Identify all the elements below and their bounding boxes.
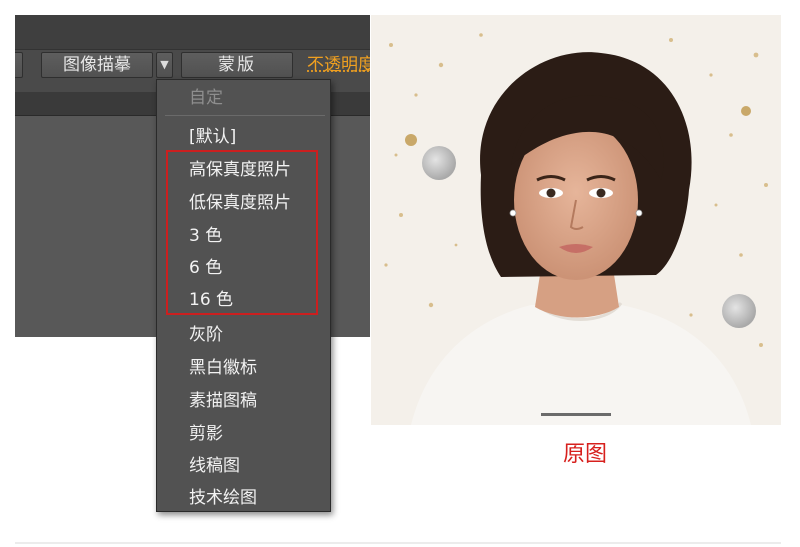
menu-item-black-white-logo[interactable]: 黑白徽标 — [189, 353, 324, 383]
menu-item-custom: 自定 — [189, 88, 223, 108]
menu-item-sketched-art[interactable]: 素描图稿 — [189, 386, 324, 416]
menu-item-silhouettes[interactable]: 剪影 — [189, 419, 324, 449]
original-caption: 原图 — [562, 442, 607, 467]
highlight-box — [166, 150, 318, 315]
original-photo — [371, 15, 781, 425]
menu-item-grayscale[interactable]: 灰阶 — [189, 320, 324, 350]
menu-separator — [165, 115, 325, 116]
portrait-illustration — [371, 15, 781, 425]
bottom-divider — [15, 542, 781, 544]
opacity-link[interactable]: 不透明度 — [307, 53, 370, 77]
trace-preset-dropdown-button[interactable]: ▼ — [156, 52, 173, 78]
image-trace-button[interactable]: 图像描摹 — [41, 52, 153, 78]
menu-item-line-art[interactable]: 线稿图 — [189, 451, 324, 481]
menu-item-technical-drawing[interactable]: 技术绘图 — [189, 483, 324, 513]
mask-button[interactable]: 蒙版 — [181, 52, 293, 78]
partial-button[interactable] — [15, 52, 23, 78]
menu-item-default[interactable]: [默认] — [189, 122, 324, 152]
